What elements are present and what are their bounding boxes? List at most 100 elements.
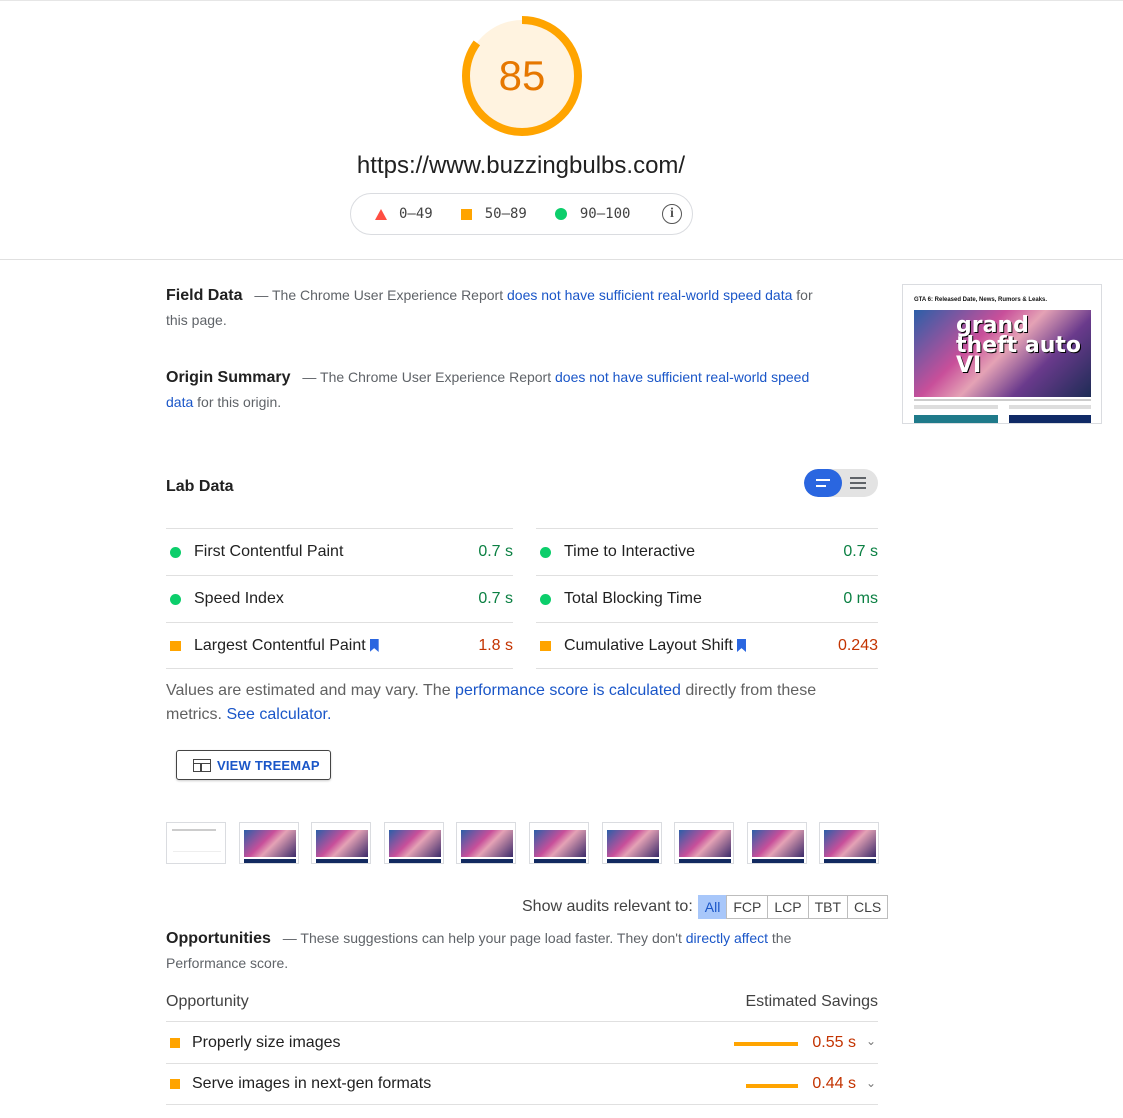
- origin-summary-section: Origin Summary — The Chrome User Experie…: [166, 365, 816, 415]
- opportunity-name: Properly size images: [192, 1033, 341, 1051]
- compact-view-icon[interactable]: [804, 469, 842, 497]
- opportunities-heading: Opportunities: [166, 930, 271, 947]
- estimate-note: Values are estimated and may vary. The p…: [166, 679, 856, 727]
- metric-total-blocking-time: Total Blocking Time 0 ms: [536, 575, 878, 622]
- opportunity-next-gen-formats[interactable]: Serve images in next-gen formats 0.44 s …: [166, 1063, 878, 1105]
- legend-pass-label: 90–100: [579, 206, 631, 222]
- fail-triangle-icon: [375, 208, 387, 220]
- opportunity-name: Serve images in next-gen formats: [192, 1075, 432, 1092]
- filmstrip-frame: [819, 822, 880, 864]
- filmstrip: [166, 822, 880, 864]
- filter-chip-all[interactable]: All: [697, 895, 728, 919]
- legend-pass: 90–100: [554, 206, 631, 222]
- metric-name: Total Blocking Time: [564, 590, 702, 607]
- legend-average: 50–89: [460, 206, 527, 222]
- pass-circle-icon: [170, 546, 181, 558]
- final-screenshot[interactable]: GTA 6: Released Date, News, Rumors & Lea…: [902, 284, 1102, 424]
- filter-chip-tbt[interactable]: TBT: [807, 895, 849, 919]
- field-data-link[interactable]: does not have sufficient real-world spee…: [507, 287, 792, 303]
- savings-bar: [746, 1084, 798, 1088]
- screenshot-hero-image: grand theft auto VI: [914, 310, 1091, 397]
- filmstrip-frame: [383, 822, 444, 864]
- metric-first-contentful-paint: First Contentful Paint 0.7 s: [166, 528, 513, 575]
- audit-filter: Show audits relevant to: All FCP LCP TBT…: [522, 895, 889, 919]
- field-data-heading: Field Data: [166, 287, 243, 304]
- filmstrip-frame: [746, 822, 807, 864]
- field-data-text: The Chrome User Experience Report: [272, 287, 504, 303]
- audit-filter-label: Show audits relevant to:: [522, 898, 693, 915]
- metric-cumulative-layout-shift: Cumulative Layout Shift 0.243: [536, 622, 878, 669]
- metric-speed-index: Speed Index 0.7 s: [166, 575, 513, 622]
- metric-name: Cumulative Layout Shift: [564, 636, 733, 654]
- performance-score: 85: [498, 52, 546, 99]
- info-icon[interactable]: i: [662, 204, 682, 224]
- pass-circle-icon: [540, 546, 551, 558]
- chevron-down-icon[interactable]: ⌄: [866, 1034, 876, 1048]
- origin-summary-text-after: for this origin.: [197, 394, 282, 410]
- legend-average-label: 50–89: [484, 206, 527, 222]
- metric-value: 0 ms: [843, 590, 878, 607]
- screenshot-caption: [914, 399, 1091, 401]
- filter-chip-fcp[interactable]: FCP: [726, 895, 769, 919]
- screenshot-link-left: [914, 405, 998, 409]
- filmstrip-frame: [528, 822, 589, 864]
- metric-name: Largest Contentful Paint: [194, 636, 366, 654]
- pass-circle-icon: [554, 208, 567, 220]
- average-square-icon: [460, 208, 472, 220]
- screenshot-card-left: [914, 415, 998, 423]
- savings-bar: [734, 1042, 798, 1046]
- top-border: [0, 0, 1123, 1]
- filter-chip-cls[interactable]: CLS: [847, 895, 889, 919]
- metric-value: 0.7 s: [478, 543, 513, 560]
- savings-column-header: Estimated Savings: [745, 993, 878, 1010]
- field-data-dash: —: [254, 287, 269, 303]
- metric-name: First Contentful Paint: [194, 543, 344, 560]
- origin-summary-text: The Chrome User Experience Report: [320, 369, 552, 385]
- opportunities-dash: —: [282, 930, 297, 946]
- screenshot-link-right: [1009, 405, 1091, 409]
- chevron-down-icon[interactable]: ⌄: [866, 1076, 876, 1090]
- metrics-left-column: First Contentful Paint 0.7 s Speed Index…: [166, 528, 513, 669]
- note-text: Values are estimated and may vary. The: [166, 682, 451, 699]
- filmstrip-frame: [166, 822, 226, 864]
- opportunity-savings: 0.55 s: [812, 1033, 856, 1051]
- metrics-right-column: Time to Interactive 0.7 s Total Blocking…: [536, 528, 878, 669]
- opportunity-properly-size-images[interactable]: Properly size images 0.55 s ⌄: [166, 1021, 878, 1063]
- opportunities-section: Opportunities — These suggestions can he…: [166, 926, 816, 976]
- metric-value: 1.8 s: [478, 636, 513, 654]
- average-square-icon: [540, 640, 551, 651]
- origin-summary-dash: —: [302, 369, 317, 385]
- average-square-icon: [170, 1037, 180, 1048]
- filmstrip-frame: [311, 822, 372, 864]
- screenshot-title: GTA 6: Released Date, News, Rumors & Lea…: [914, 297, 1048, 303]
- metric-largest-contentful-paint: Largest Contentful Paint 1.8 s: [166, 622, 513, 669]
- metrics-view-toggle[interactable]: [804, 469, 878, 497]
- origin-summary-heading: Origin Summary: [166, 369, 291, 386]
- audit-filter-chips: All FCP LCP TBT CLS: [697, 895, 889, 919]
- see-calculator-link[interactable]: See calculator.: [226, 706, 331, 723]
- field-data-section: Field Data — The Chrome User Experience …: [166, 283, 816, 333]
- metric-time-to-interactive: Time to Interactive 0.7 s: [536, 528, 878, 575]
- header-divider: [0, 259, 1123, 260]
- screenshot-card-right: [1009, 415, 1091, 423]
- metric-value: 0.243: [837, 636, 878, 654]
- metric-value: 0.7 s: [478, 590, 513, 607]
- view-treemap-button[interactable]: VIEW TREEMAP: [176, 750, 331, 780]
- page-url: https://www.buzzingbulbs.com/: [356, 152, 686, 179]
- metric-value: 0.7 s: [843, 543, 878, 560]
- bookmark-icon[interactable]: [736, 639, 746, 652]
- treemap-icon: [193, 758, 211, 772]
- metric-name: Speed Index: [194, 590, 284, 607]
- view-treemap-label: VIEW TREEMAP: [217, 757, 320, 773]
- opportunities-list: Properly size images 0.55 s ⌄ Serve imag…: [166, 1021, 878, 1105]
- filter-chip-lcp[interactable]: LCP: [767, 895, 809, 919]
- bookmark-icon[interactable]: [369, 639, 379, 652]
- average-square-icon: [170, 640, 181, 651]
- score-legend: 0–49 50–89 90–100 i: [350, 193, 693, 235]
- filmstrip-frame: [238, 822, 299, 864]
- score-calculated-link[interactable]: performance score is calculated: [455, 682, 681, 699]
- filmstrip-frame: [456, 822, 517, 864]
- pass-circle-icon: [540, 593, 551, 605]
- directly-affect-link[interactable]: directly affect: [686, 930, 768, 946]
- filmstrip-frame: [601, 822, 662, 864]
